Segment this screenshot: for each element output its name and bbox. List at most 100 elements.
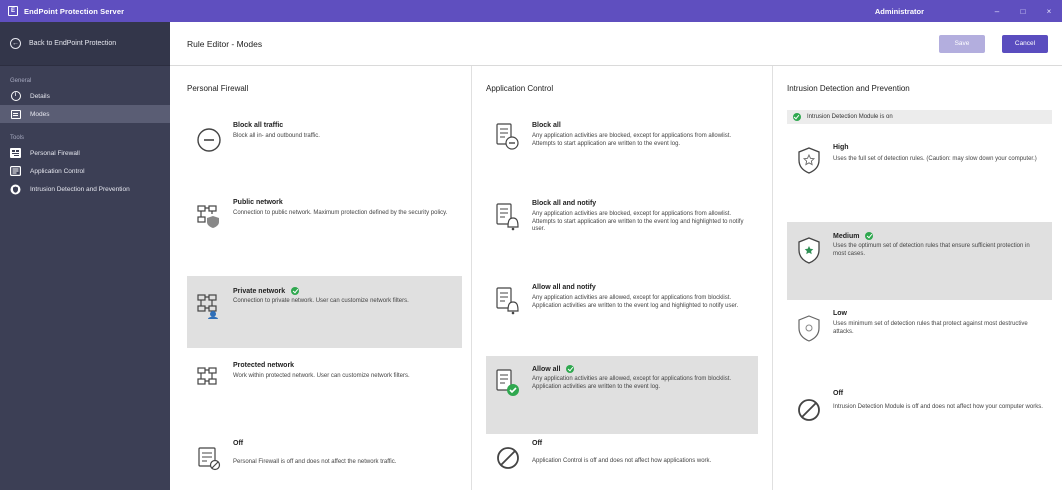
checkmark-icon — [566, 365, 575, 373]
option-title: Block all and notify — [532, 200, 597, 207]
application-control-column: Application Control Block all Any applic… — [471, 66, 771, 490]
option-description: Connection to private network. User can … — [233, 298, 409, 304]
option-public-network[interactable]: Public network Connection to public netw… — [187, 190, 462, 262]
option-description: Any application activities are blocked, … — [532, 211, 744, 232]
user-name[interactable]: Administrator — [875, 7, 924, 16]
option-title: Block all traffic — [233, 122, 284, 129]
shield-high-icon — [796, 146, 822, 174]
block-all-icon — [495, 122, 521, 150]
app-logo-icon: E — [8, 6, 18, 16]
back-link[interactable]: ← Back to EndPoint Protection — [0, 22, 170, 66]
checkmark-icon — [291, 287, 300, 295]
option-description: Work within protected network. User can … — [233, 373, 410, 379]
option-medium[interactable]: Medium Uses the optimum set of detection… — [787, 222, 1052, 300]
option-title: High — [833, 144, 849, 151]
app-title: EndPoint Protection Server — [24, 6, 125, 16]
sidebar-section-general: General — [10, 78, 32, 84]
option-title: Public network — [233, 199, 283, 206]
module-status-text: Intrusion Detection Module is on — [807, 114, 893, 120]
option-firewall-off[interactable]: Off Personal Firewall is off and does no… — [187, 428, 462, 490]
public-network-icon — [196, 203, 222, 231]
sidebar-item-intrusion-detection[interactable]: Intrusion Detection and Prevention — [0, 180, 170, 198]
sidebar-item-application-control[interactable]: Application Control — [0, 162, 170, 180]
sidebar-item-label: Application Control — [30, 167, 85, 175]
option-high[interactable]: High Uses the full set of detection rule… — [787, 132, 1052, 204]
back-link-label: Back to EndPoint Protection — [29, 40, 117, 47]
option-title: Block all — [532, 122, 561, 129]
option-description: Uses the full set of detection rules. (C… — [833, 156, 1037, 162]
option-title: Allow all — [532, 365, 575, 373]
option-title: Private network — [233, 287, 300, 295]
application-control-icon — [10, 166, 21, 176]
sidebar-item-label: Details — [30, 92, 50, 100]
save-button[interactable]: Save — [939, 34, 985, 53]
sidebar-item-modes[interactable]: Modes — [0, 105, 170, 123]
sidebar-item-label: Intrusion Detection and Prevention — [30, 185, 130, 193]
intrusion-detection-column: Intrusion Detection and Prevention Intru… — [772, 66, 1062, 490]
option-title: Allow all and notify — [532, 284, 596, 291]
page-title: Rule Editor - Modes — [187, 38, 263, 49]
option-intrusion-off[interactable]: Off Intrusion Detection Module is off an… — [787, 380, 1052, 452]
cancel-button[interactable]: Cancel — [1002, 34, 1048, 53]
firewall-icon — [10, 148, 21, 158]
option-description: Uses the optimum set of detection rules … — [833, 243, 1030, 257]
protected-network-icon — [196, 365, 222, 393]
option-title: Off — [833, 390, 844, 397]
modes-icon — [10, 109, 21, 119]
option-block-all[interactable]: Block all Any application activities are… — [486, 108, 758, 180]
column-title: Personal Firewall — [187, 84, 249, 93]
option-description: Intrusion Detection Module is off and do… — [833, 404, 1043, 410]
option-title: Medium — [833, 232, 874, 240]
option-protected-network[interactable]: Protected network Work within protected … — [187, 354, 462, 426]
allow-all-icon — [495, 368, 521, 396]
off-icon — [495, 444, 521, 472]
option-description: Application Control is off and does not … — [532, 458, 712, 464]
sidebar-item-details[interactable]: i Details — [0, 87, 170, 105]
column-title: Intrusion Detection and Prevention — [787, 84, 910, 93]
off-icon — [796, 396, 822, 424]
option-app-control-off[interactable]: Off Application Control is off and does … — [486, 434, 758, 490]
option-description: Connection to public network. Maximum pr… — [233, 210, 448, 216]
title-bar: E EndPoint Protection Server Administrat… — [0, 0, 1062, 22]
option-description: Any application activities are allowed, … — [532, 376, 732, 390]
sidebar-item-label: Personal Firewall — [30, 149, 80, 157]
block-traffic-icon — [196, 126, 222, 154]
option-description: Any application activities are blocked, … — [532, 133, 732, 147]
personal-firewall-column: Personal Firewall Block all traffic Bloc… — [170, 66, 470, 490]
info-icon: i — [10, 91, 21, 101]
shield-low-icon — [796, 314, 822, 342]
checkmark-icon — [793, 113, 801, 121]
option-description: Any application activities are allowed, … — [532, 295, 739, 309]
option-allow-all[interactable]: Allow all Any application activities are… — [486, 356, 758, 434]
private-network-icon — [196, 292, 222, 320]
page-header: Rule Editor - Modes Save Cancel — [170, 22, 1062, 66]
firewall-off-icon — [196, 444, 222, 472]
option-low[interactable]: Low Uses minimum set of detection rules … — [787, 300, 1052, 372]
option-block-all-traffic[interactable]: Block all traffic Block all in- and outb… — [187, 108, 462, 180]
option-title: Low — [833, 310, 847, 317]
option-title: Off — [233, 440, 244, 447]
option-description: Personal Firewall is off and does not af… — [233, 459, 397, 465]
sidebar: ← Back to EndPoint Protection General i … — [0, 22, 170, 490]
block-notify-icon — [495, 202, 521, 231]
sidebar-item-label: Modes — [30, 110, 50, 118]
option-allow-all-and-notify[interactable]: Allow all and notify Any application act… — [486, 272, 758, 344]
option-private-network[interactable]: Private network Connection to private ne… — [187, 276, 462, 348]
module-status: Intrusion Detection Module is on — [787, 110, 1052, 124]
minimize-button[interactable]: – — [984, 7, 1010, 16]
shield-icon — [10, 184, 21, 194]
option-title: Off — [532, 440, 543, 447]
option-block-all-and-notify[interactable]: Block all and notify Any application act… — [486, 190, 758, 262]
sidebar-item-personal-firewall[interactable]: Personal Firewall — [0, 144, 170, 162]
option-title: Protected network — [233, 362, 295, 369]
checkmark-icon — [865, 232, 874, 240]
allow-notify-icon — [495, 286, 521, 315]
sidebar-section-tools: Tools — [10, 135, 25, 141]
shield-medium-icon — [796, 236, 822, 264]
close-button[interactable]: × — [1036, 7, 1062, 16]
maximize-button[interactable]: □ — [1010, 7, 1036, 16]
option-description: Block all in- and outbound traffic. — [233, 133, 320, 139]
option-description: Uses minimum set of detection rules that… — [833, 321, 1028, 335]
back-arrow-icon: ← — [10, 38, 21, 49]
column-title: Application Control — [486, 84, 554, 93]
